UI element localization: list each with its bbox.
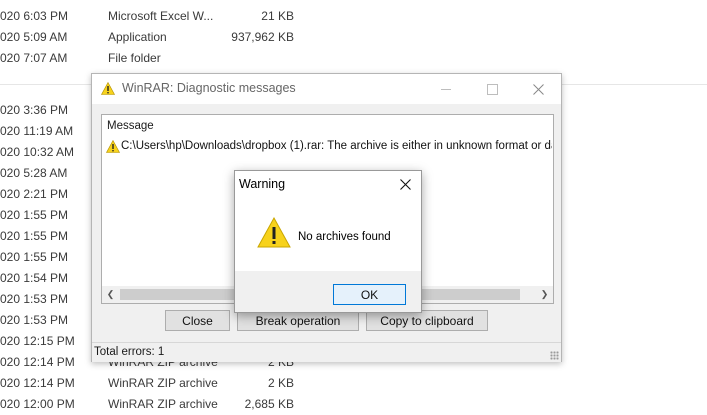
file-type: Application [108,30,167,44]
close-icon [400,178,411,190]
warning-icon [101,82,115,95]
minimize-button[interactable] [423,74,469,104]
scroll-left-arrow-icon[interactable]: ❮ [102,286,119,303]
file-date: 020 1:53 PM [0,313,69,327]
warning-footer: OK [235,271,421,312]
close-button[interactable]: Close [165,310,230,331]
minimize-icon [441,88,451,90]
file-size: 2 KB [267,376,294,390]
file-date: 020 7:07 AM [0,51,68,65]
diagnostic-titlebar[interactable]: WinRAR: Diagnostic messages [92,74,561,104]
close-icon [532,83,544,95]
file-type: Microsoft Excel W... [108,9,214,23]
maximize-button[interactable] [469,74,515,104]
file-date: 020 1:55 PM [0,208,69,222]
file-date: 020 10:32 AM [0,145,75,159]
file-row[interactable]: 020 12:14 PM WinRAR ZIP archive 2 KB [0,373,707,394]
file-date: 020 3:36 PM [0,103,69,117]
file-date: 020 2:21 PM [0,187,69,201]
warning-body: No archives found [235,197,421,271]
warning-title: Warning [239,177,286,191]
file-date: 020 1:54 PM [0,271,69,285]
file-row[interactable]: 020 6:03 PM Microsoft Excel W... 21 KB [0,6,707,27]
warning-close-button[interactable] [390,171,421,197]
copy-to-clipboard-button[interactable]: Copy to clipboard [366,310,488,331]
message-text: C:\Users\hp\Downloads\dropbox (1).rar: T… [121,140,552,152]
status-bar: Total errors: 1 [92,342,561,362]
maximize-icon [486,83,498,95]
warning-message: No archives found [298,231,391,243]
warning-dialog: Warning No archives found OK [234,170,422,313]
message-row[interactable]: C:\Users\hp\Downloads\dropbox (1).rar: T… [106,139,552,155]
diagnostic-title: WinRAR: Diagnostic messages [122,81,296,95]
file-row[interactable]: 020 7:07 AM File folder [0,48,707,69]
message-column-header: Message [107,120,154,132]
break-operation-button[interactable]: Break operation [237,310,359,331]
window-close-button[interactable] [515,74,561,104]
file-row[interactable]: 020 5:09 AM Application 937,962 KB [0,27,707,48]
file-size: 2,685 KB [244,397,294,411]
total-errors-text: Total errors: 1 [94,346,165,358]
file-date: 020 1:53 PM [0,292,69,306]
file-date: 020 5:28 AM [0,166,68,180]
file-size: 21 KB [261,9,294,23]
file-type: WinRAR ZIP archive [108,376,218,390]
file-date: 020 6:03 PM [0,9,69,23]
file-date: 020 12:14 PM [0,355,75,369]
warning-large-icon [257,217,291,248]
ok-button[interactable]: OK [333,284,406,305]
file-date: 020 5:09 AM [0,30,68,44]
file-size: 937,962 KB [231,30,294,44]
resize-grip-icon[interactable] [550,351,559,360]
file-date: 020 12:15 PM [0,334,75,348]
scroll-right-arrow-icon[interactable]: ❯ [536,286,553,303]
file-date: 020 1:55 PM [0,229,69,243]
file-date: 020 12:14 PM [0,376,75,390]
file-type: File folder [108,51,161,65]
file-type: WinRAR ZIP archive [108,397,218,411]
file-date: 020 11:19 AM [0,124,74,138]
file-date: 020 1:55 PM [0,250,69,264]
warning-icon [106,140,120,153]
file-date: 020 12:00 PM [0,397,75,411]
warning-titlebar[interactable]: Warning [235,171,421,197]
